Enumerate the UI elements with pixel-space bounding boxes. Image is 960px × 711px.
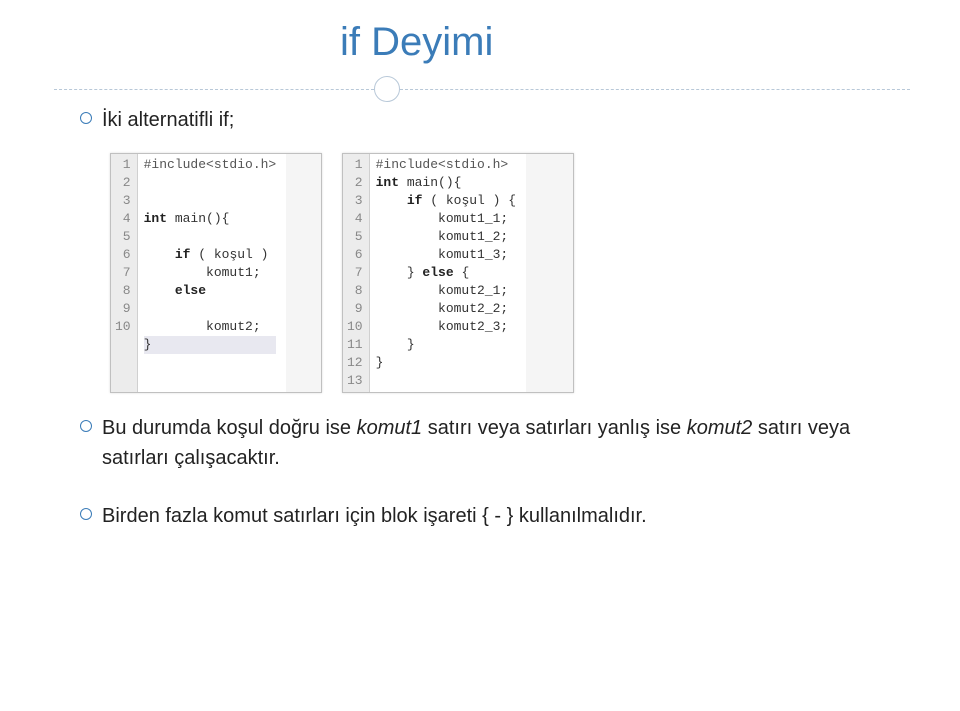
bullet-item-1: İki alternatifli if; <box>80 105 960 135</box>
para2-komut1: komut1 <box>357 417 423 439</box>
bullet-item-3: Birden fazla komut satırları için blok i… <box>80 501 870 531</box>
code-block-1: 12345678910 #include<stdio.h> int main()… <box>110 153 322 393</box>
line-numbers-1: 12345678910 <box>111 154 138 392</box>
para2-pre: Bu durumda koşul doğru ise <box>102 417 357 439</box>
page-title: if Deyimi <box>0 0 960 65</box>
bullet-2-text: Bu durumda koşul doğru ise komut1 satırı… <box>102 413 870 473</box>
bullet-icon <box>80 420 92 432</box>
code-examples-row: 12345678910 #include<stdio.h> int main()… <box>110 153 960 393</box>
bullet-3-text: Birden fazla komut satırları için blok i… <box>102 501 647 531</box>
para2-mid1: satırı veya satırları yanlış ise <box>422 417 687 439</box>
line-numbers-2: 12345678910111213 <box>343 154 370 392</box>
bullet-icon <box>80 508 92 520</box>
bullet-icon <box>80 112 92 124</box>
para2-komut2: komut2 <box>687 417 753 439</box>
code-text-2: #include<stdio.h>int main(){ if ( koşul … <box>370 154 526 392</box>
code-block-2: 12345678910111213 #include<stdio.h>int m… <box>342 153 574 393</box>
code-text-1: #include<stdio.h> int main(){ if ( koşul… <box>138 154 287 392</box>
bullet-1-text: İki alternatifli if; <box>102 105 234 135</box>
bullet-item-2: Bu durumda koşul doğru ise komut1 satırı… <box>80 413 870 473</box>
title-divider <box>54 76 910 104</box>
